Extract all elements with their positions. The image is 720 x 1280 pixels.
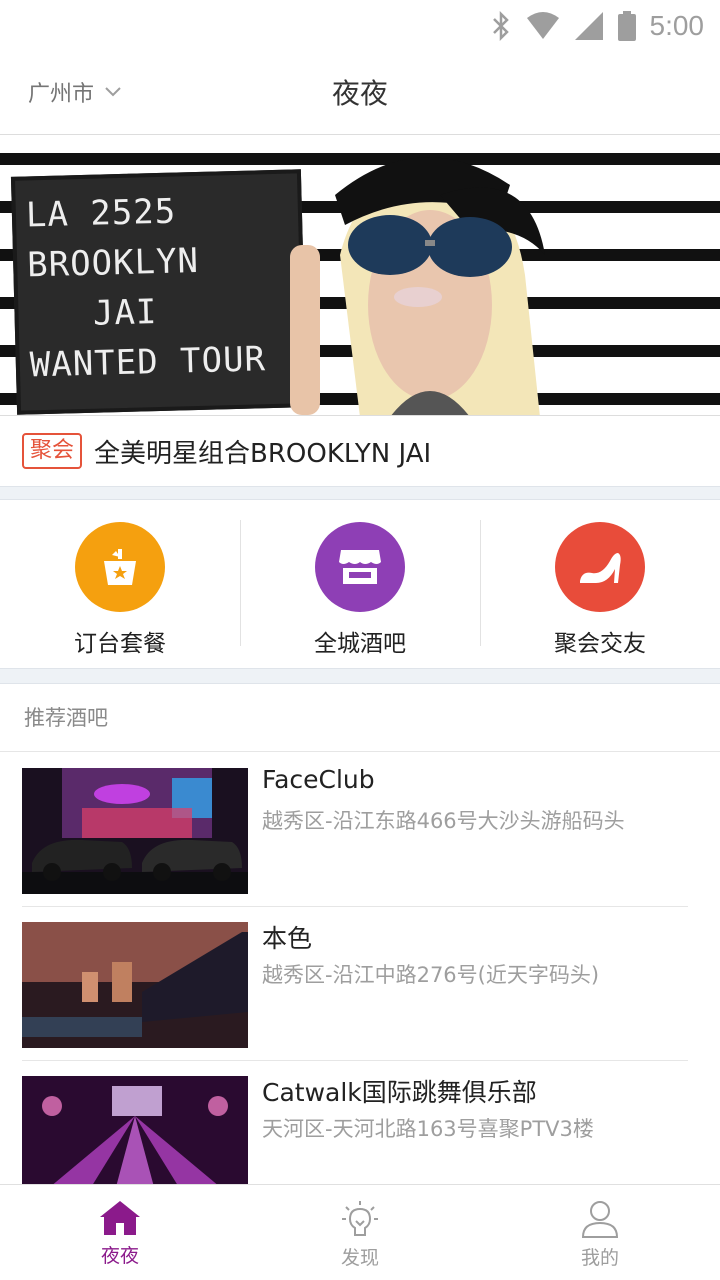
- bar-address: 天河区-天河北路163号喜聚PTV3楼: [262, 1117, 594, 1141]
- list-item[interactable]: 本色 越秀区-沿江中路276号(近天字码头): [22, 907, 688, 1061]
- category-label: 聚会交友: [554, 631, 646, 657]
- nav-tab-profile[interactable]: 我的: [480, 1185, 720, 1280]
- user-icon: [581, 1201, 619, 1238]
- list-item[interactable]: FaceClub 越秀区-沿江东路466号大沙头游船码头: [22, 753, 688, 907]
- bar-name: Catwalk国际跳舞俱乐部: [262, 1078, 537, 1107]
- banner-person-illustration: [335, 157, 545, 415]
- status-time: 5:00: [649, 10, 705, 41]
- chalkboard-text: LA 2525 BROOKLYN JAI WANTED TOUR: [25, 191, 267, 386]
- signal-icon: [574, 12, 603, 40]
- bar-list: FaceClub 越秀区-沿江东路466号大沙头游船码头 本色 越秀区-沿江中路…: [0, 753, 720, 1184]
- champagne-bucket-icon: [75, 522, 165, 612]
- section-divider: [0, 668, 720, 684]
- category-label: 全城酒吧: [314, 631, 406, 657]
- battery-icon: [617, 11, 636, 41]
- nav-label: 发现: [340, 1247, 379, 1269]
- status-bar: 5:00: [0, 0, 720, 50]
- category-booking[interactable]: 订台套餐: [0, 500, 240, 668]
- lightbulb-icon: [342, 1201, 378, 1236]
- section-title: 推荐酒吧: [0, 684, 720, 752]
- bluetooth-icon: [492, 11, 509, 41]
- wifi-icon: [526, 12, 559, 39]
- nav-tab-discover[interactable]: 发现: [240, 1185, 480, 1280]
- bar-name: 本色: [262, 924, 313, 953]
- list-item[interactable]: Catwalk国际跳舞俱乐部 天河区-天河北路163号喜聚PTV3楼: [22, 1061, 688, 1184]
- category-label: 订台套餐: [74, 631, 166, 657]
- banner-image[interactable]: LA 2525 BROOKLYN JAI WANTED TOUR: [0, 134, 720, 416]
- banner-caption-text: 全美明星组合BROOKLYN JAI: [94, 438, 432, 469]
- high-heel-icon: [555, 522, 645, 612]
- status-icons: 5:00: [490, 8, 705, 44]
- bar-address: 越秀区-沿江东路466号大沙头游船码头: [262, 809, 625, 833]
- section-divider: [0, 486, 720, 500]
- bar-name: FaceClub: [262, 765, 375, 794]
- app-header: 广州市 夜夜: [0, 50, 720, 134]
- bar-thumbnail: [22, 922, 248, 1048]
- banner-arm: [290, 245, 320, 415]
- category-social[interactable]: 聚会交友: [480, 500, 720, 668]
- bar-thumbnail: [22, 768, 248, 894]
- nav-tab-home[interactable]: 夜夜: [0, 1185, 240, 1280]
- banner-caption[interactable]: 聚会 全美明星组合BROOKLYN JAI: [0, 416, 720, 486]
- page-title: 夜夜: [331, 77, 388, 110]
- chalkboard-sign: LA 2525 BROOKLYN JAI WANTED TOUR: [10, 169, 308, 415]
- bar-thumbnail: [22, 1076, 248, 1184]
- nav-label: 夜夜: [100, 1245, 139, 1267]
- category-bars[interactable]: 全城酒吧: [240, 500, 480, 668]
- nav-label: 我的: [580, 1247, 619, 1269]
- event-tag: 聚会: [22, 433, 83, 469]
- bottom-nav: 夜夜 发现 我的: [0, 1184, 720, 1280]
- storefront-icon: [315, 522, 405, 612]
- home-icon: [100, 1201, 140, 1235]
- category-grid: 订台套餐 全城酒吧 聚会交友: [0, 500, 720, 668]
- bar-address: 越秀区-沿江中路276号(近天字码头): [262, 963, 600, 987]
